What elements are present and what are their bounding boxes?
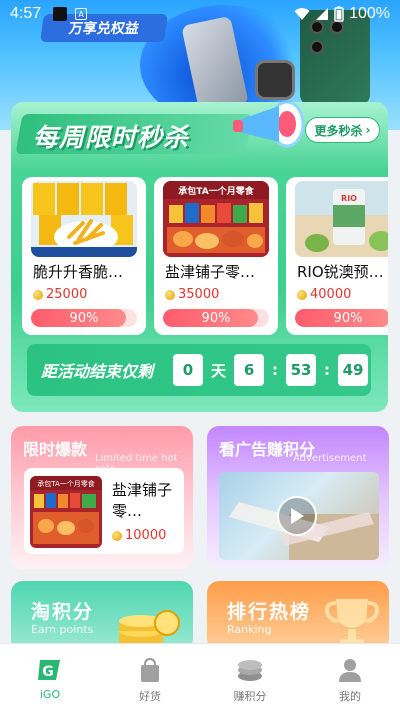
- play-icon: [291, 508, 304, 524]
- tab-goods-label: 好货: [139, 690, 161, 703]
- limited-deal-image: 承包TA一个月零食: [30, 476, 102, 548]
- user-icon: [339, 659, 361, 682]
- tab-goods[interactable]: 好货: [100, 644, 200, 710]
- notification-icon: [53, 7, 68, 21]
- coin-icon: [297, 289, 307, 300]
- countdown-minutes: 53: [286, 354, 317, 386]
- more-flash-sale-button[interactable]: 更多秒杀 ›: [305, 117, 380, 143]
- limited-deals-title: 限时爆款: [23, 440, 88, 459]
- flash-product-list[interactable]: 脆升升香脆… 25000 90% 承包TA一个月零食 盐津铺子零… 35000 …: [22, 177, 388, 335]
- chevron-right-icon: ›: [365, 123, 371, 137]
- tab-mine-label: 我的: [339, 690, 361, 703]
- limited-deal-price-value: 10000: [125, 528, 167, 543]
- shopping-bag-icon: [141, 657, 159, 682]
- status-bar: 4:57 A 100%: [0, 0, 400, 28]
- snack-banner-caption: 承包TA一个月零食: [178, 185, 254, 197]
- progress-label: 90%: [69, 310, 99, 326]
- ad-points-card[interactable]: 看广告赚积分 Advertisement: [207, 426, 389, 569]
- product-name: 脆升升香脆…: [33, 263, 124, 281]
- coin-icon: [33, 289, 43, 300]
- countdown-hours: 6: [234, 354, 265, 386]
- product-card[interactable]: 脆升升香脆… 25000 90%: [22, 177, 146, 335]
- countdown-label: 距活动结束仅剩: [41, 362, 154, 381]
- limited-deals-card[interactable]: 限时爆款 Limited time hot sale 承包TA一个月零食 盐津铺…: [11, 426, 193, 569]
- ranking-card[interactable]: 排行热榜 Ranking: [207, 581, 389, 651]
- rio-caption: RIO: [341, 194, 357, 203]
- countdown-day-unit: 天: [211, 361, 227, 380]
- banner-watch-image: [255, 60, 295, 100]
- product-card[interactable]: 承包TA一个月零食 盐津铺子零… 35000 90%: [154, 177, 278, 335]
- limited-deal-price: 10000: [112, 528, 166, 543]
- wifi-icon: [294, 8, 310, 20]
- status-time: 4:57: [10, 5, 42, 22]
- coin-icon: [165, 289, 175, 300]
- svg-text:G: G: [42, 664, 54, 680]
- product-name: RIO锐澳预…: [297, 263, 384, 281]
- battery-percent: 100%: [349, 5, 390, 22]
- product-progress-bar: 90%: [163, 309, 269, 327]
- product-price: 25000: [33, 287, 87, 302]
- product-card[interactable]: RIO RIO锐澳预… 40000 90%: [286, 177, 388, 335]
- countdown-separator: :: [272, 361, 279, 379]
- product-image-rio: RIO: [295, 181, 388, 257]
- product-image-snacks: 承包TA一个月零食: [163, 181, 269, 257]
- flash-sale-section: 每周限时秒杀 更多秒杀 › 脆升升香脆… 25000 90% 承包TA一个月零食…: [11, 102, 388, 412]
- product-price-value: 40000: [310, 287, 352, 302]
- product-name: 盐津铺子零…: [165, 263, 256, 281]
- coin-icon: [112, 530, 122, 541]
- notification-a-icon: A: [75, 8, 88, 20]
- limited-deal-product[interactable]: 承包TA一个月零食 盐津铺子零… 10000: [24, 468, 184, 554]
- igo-logo-icon: G: [38, 660, 60, 680]
- progress-label: 90%: [201, 310, 231, 326]
- limited-image-caption: 承包TA一个月零食: [37, 479, 95, 488]
- countdown-separator: :: [324, 361, 331, 379]
- product-progress-bar: 90%: [295, 309, 388, 327]
- product-price-value: 25000: [46, 287, 88, 302]
- ad-video-thumbnail[interactable]: [219, 472, 379, 560]
- ad-points-subtitle: Advertisement: [293, 453, 367, 464]
- tab-earn-points[interactable]: 赚积分: [200, 644, 300, 710]
- tab-earn-points-label: 赚积分: [233, 690, 267, 703]
- battery-icon: [334, 6, 344, 22]
- progress-label: 90%: [333, 310, 363, 326]
- flash-sale-title: 每周限时秒杀: [33, 123, 190, 152]
- product-price-value: 35000: [178, 287, 220, 302]
- earn-points-card[interactable]: 淘积分 Earn points: [11, 581, 193, 651]
- product-price: 40000: [297, 287, 351, 302]
- bottom-tab-bar: G iGO 好货 赚积分 我的: [0, 643, 400, 710]
- product-price: 35000: [165, 287, 219, 302]
- megaphone-icon: [233, 102, 305, 148]
- countdown-days: 0: [173, 354, 204, 386]
- tab-igo[interactable]: G iGO: [0, 644, 100, 710]
- play-button[interactable]: [277, 496, 317, 536]
- product-progress-bar: 90%: [31, 309, 137, 327]
- tab-mine[interactable]: 我的: [300, 644, 400, 710]
- earn-points-title: 淘积分: [31, 601, 95, 623]
- ranking-subtitle: Ranking: [227, 623, 272, 636]
- limited-deal-name: 盐津铺子零…: [112, 481, 173, 520]
- product-image-chips: [31, 181, 137, 257]
- ranking-title: 排行热榜: [227, 601, 312, 623]
- earn-points-subtitle: Earn points: [31, 623, 94, 636]
- countdown-timer: 距活动结束仅剩 0 天 6 : 53 : 49: [27, 344, 371, 396]
- more-flash-sale-label: 更多秒杀: [314, 123, 363, 138]
- tab-igo-label: iGO: [39, 688, 61, 701]
- signal-icon: [316, 8, 329, 20]
- countdown-seconds: 49: [338, 354, 369, 386]
- coins-icon: [238, 660, 262, 681]
